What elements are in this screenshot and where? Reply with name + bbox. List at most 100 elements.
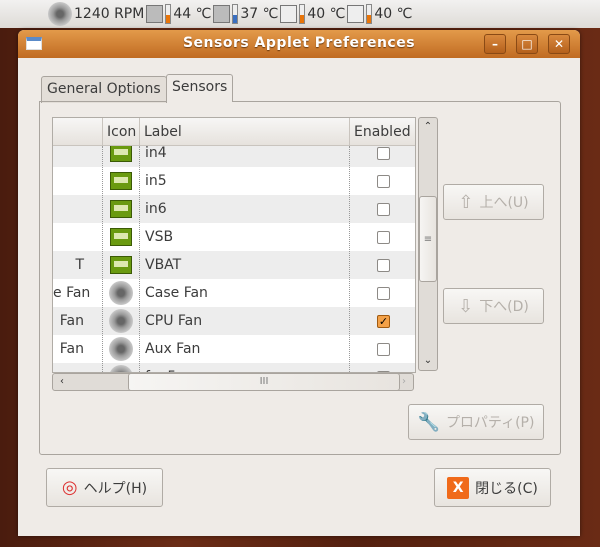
enabled-checkbox[interactable]: ✓ [377,315,390,328]
panel-disk-temp-2[interactable]: 40 ℃ [347,4,412,24]
thermometer-icon [232,4,239,24]
minimize-button[interactable]: – [484,34,506,54]
sensor-label-cell[interactable]: VBAT [145,251,181,279]
column-header-enabled[interactable]: Enabled [349,118,415,146]
fan-icon [109,365,133,372]
column-divider [102,146,103,372]
arrow-down-icon: ⇩ [458,295,474,317]
column-divider [139,146,140,372]
sensors-table[interactable]: in4 in5 in6 VSB T VBAT e Fan Case Fan Fa… [52,117,416,373]
table-row[interactable]: in6 [53,195,415,223]
enabled-checkbox[interactable] [377,343,390,356]
disk-temp-icon [280,5,298,23]
icon-cell [102,279,139,307]
move-up-button[interactable]: ⇧ 上へ(U) [443,184,544,220]
table-row[interactable]: in5 [53,167,415,195]
table-row[interactable]: Fan Aux Fan [53,335,415,363]
enabled-checkbox[interactable] [377,259,390,272]
help-lifebuoy-icon: ◎ [61,477,78,498]
scroll-left-arrow[interactable]: ‹ [53,373,71,391]
column-header-id[interactable] [53,118,102,146]
fan-icon [48,2,72,26]
top-panel: 1240 RPM 44 ℃ 37 ℃ 40 ℃ 40 ℃ [0,0,600,28]
enabled-cell [349,195,415,223]
sensor-id-cell [53,167,102,195]
close-x-icon: X [447,476,470,499]
sensor-label-cell[interactable]: Aux Fan [145,335,200,363]
icon-cell [102,167,139,195]
table-row[interactable]: VSB [53,223,415,251]
scroll-down-arrow[interactable]: ⌄ [419,352,437,370]
sensor-id-cell: T [75,257,84,273]
enabled-cell [349,363,415,372]
vertical-scrollbar[interactable]: ⌃ ≡ ⌄ [418,117,438,371]
enabled-cell [349,167,415,195]
table-row[interactable]: T VBAT [53,251,415,279]
icon-cell [102,195,139,223]
thermometer-icon [366,4,373,24]
icon-cell [102,251,139,279]
fan-icon [109,281,133,305]
fan-icon [109,337,133,361]
enabled-cell [349,335,415,363]
sensor-label-cell[interactable]: Case Fan [145,279,208,307]
vertical-scroll-thumb[interactable]: ≡ [419,196,437,282]
tab-sensors[interactable]: Sensors [166,74,234,102]
tab-general-options[interactable]: General Options [41,76,167,103]
maximize-button[interactable]: □ [516,34,538,54]
move-down-button[interactable]: ⇩ 下へ(D) [443,288,544,324]
icon-cell [102,363,139,372]
enabled-cell [349,251,415,279]
enabled-checkbox[interactable] [377,203,390,216]
cpu-temp-icon [146,5,164,23]
cpu-temp-icon [213,5,231,23]
sensor-id-cell [53,223,102,251]
enabled-cell: ✓ [349,307,415,335]
properties-button[interactable]: 🔧 プロパティ(P) [408,404,544,440]
voltage-icon [110,228,132,246]
column-divider [349,146,350,372]
panel-cpu-temp-1[interactable]: 44 ℃ [146,4,211,24]
enabled-checkbox[interactable] [377,231,390,244]
sensor-id-cell: Fan [59,313,84,329]
preferences-window: Sensors Applet Preferences – □ ✕ General… [18,30,580,536]
voltage-icon [110,200,132,218]
sensor-label-cell[interactable]: VSB [145,223,173,251]
sensor-id-cell: s [53,363,102,372]
scroll-right-arrow[interactable]: › [395,373,413,391]
fan-icon [109,309,133,333]
thermometer-icon [165,4,172,24]
enabled-cell [349,279,415,307]
sensor-label-cell[interactable]: CPU Fan [145,307,202,335]
panel-disk-temp-1[interactable]: 40 ℃ [280,4,345,24]
sensor-label-cell[interactable]: in5 [145,167,167,195]
help-button[interactable]: ◎ ヘルプ(H) [46,468,163,507]
column-header-label[interactable]: Label [139,118,349,146]
table-row[interactable]: Fan CPU Fan ✓ [53,307,415,335]
table-row[interactable]: s fan5 [53,363,415,372]
properties-icon: 🔧 [417,411,440,433]
arrow-up-icon: ⇧ [458,191,474,213]
column-header-icon[interactable]: Icon [102,118,139,146]
horizontal-scrollbar[interactable]: ‹ III › [52,373,414,391]
table-row[interactable]: e Fan Case Fan [53,279,415,307]
icon-cell [102,335,139,363]
disk-temp-icon [347,5,365,23]
enabled-checkbox[interactable] [377,147,390,160]
enabled-checkbox[interactable] [377,175,390,188]
sensor-label-cell[interactable]: fan5 [145,363,176,372]
panel-cpu-temp-2[interactable]: 37 ℃ [213,4,278,24]
title-bar[interactable]: Sensors Applet Preferences – □ ✕ [18,30,580,58]
enabled-checkbox[interactable] [377,287,390,300]
sensor-label-cell[interactable]: in6 [145,195,167,223]
panel-fan-sensor[interactable]: 1240 RPM [48,2,144,26]
close-button[interactable]: X 閉じる(C) [434,468,551,507]
enabled-cell [349,223,415,251]
icon-cell [102,223,139,251]
sensor-id-cell: e Fan [53,285,91,301]
close-window-button[interactable]: ✕ [548,34,570,54]
horizontal-scroll-thumb[interactable]: III [128,373,400,391]
scroll-up-arrow[interactable]: ⌃ [419,118,437,136]
thermometer-icon [299,4,306,24]
voltage-icon [110,256,132,274]
